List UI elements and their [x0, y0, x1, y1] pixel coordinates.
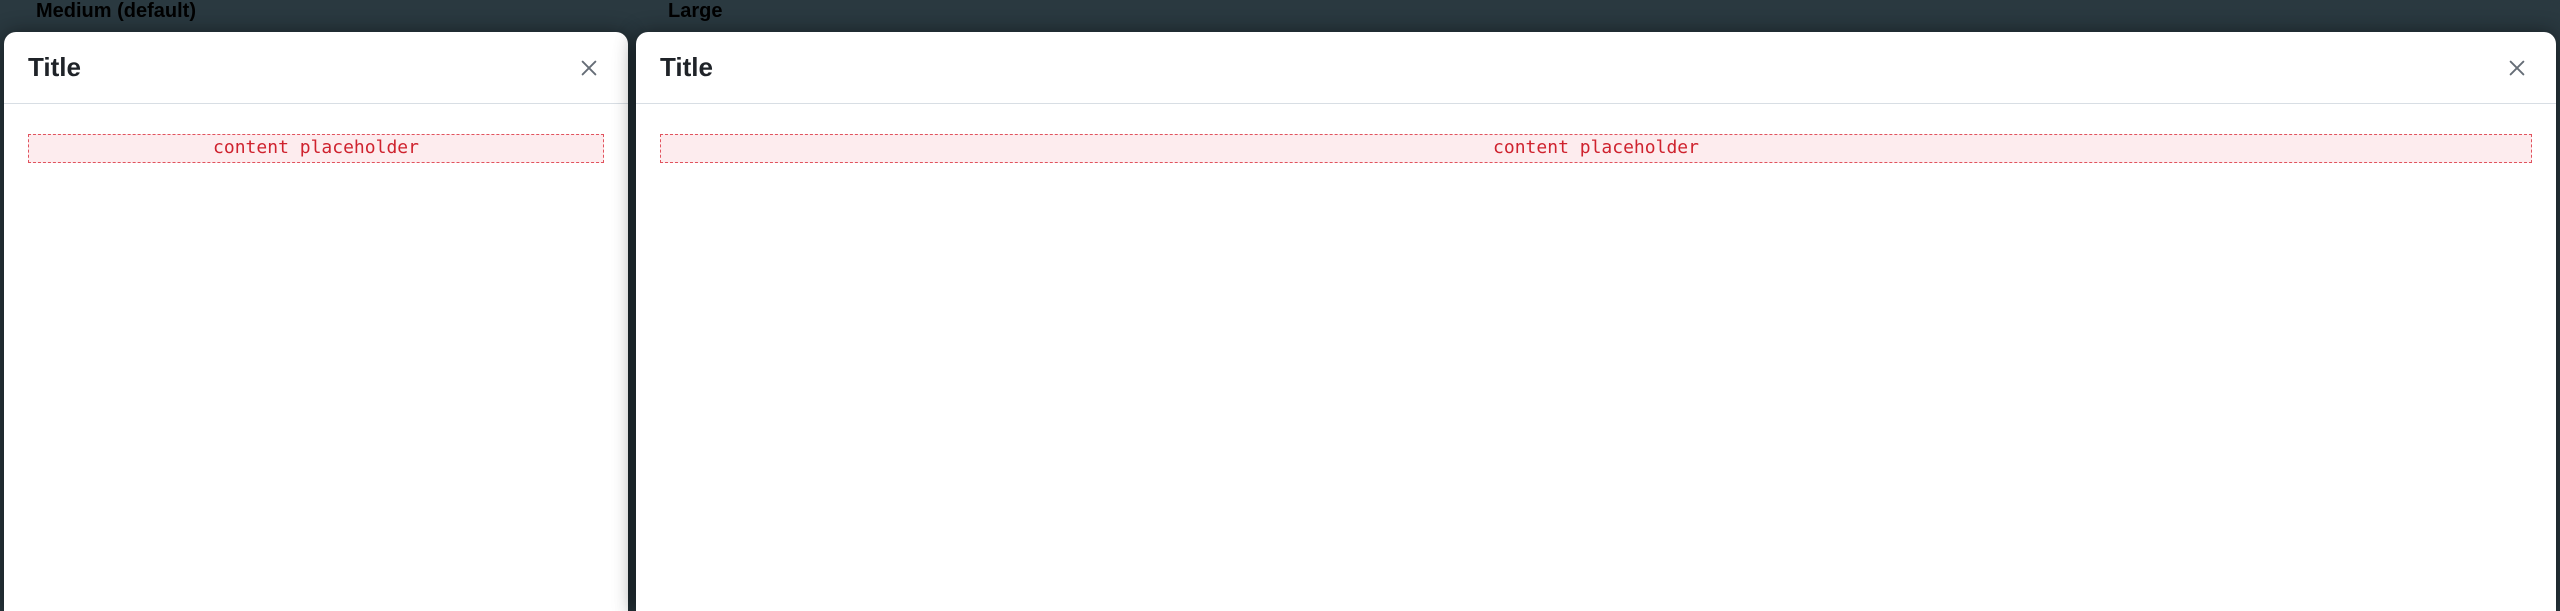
- dialog-header: Title: [4, 32, 628, 104]
- variant-medium: Medium (default) Title content placehold…: [0, 0, 632, 611]
- content-placeholder: content placeholder: [660, 134, 2532, 163]
- dialog-body: content placeholder: [636, 104, 2556, 611]
- variant-large: Large Title content placeholder: [632, 0, 2560, 611]
- dialog-header: Title: [636, 32, 2556, 104]
- content-placeholder: content placeholder: [28, 134, 604, 163]
- dialog-large: Title content placeholder: [636, 32, 2556, 611]
- dialog-medium: Title content placeholder: [4, 32, 628, 611]
- close-icon: [578, 57, 600, 79]
- dialog-body: content placeholder: [4, 104, 628, 611]
- close-button[interactable]: [2502, 53, 2532, 83]
- variant-label-text: Medium (default): [36, 0, 196, 23]
- dialog-title: Title: [28, 52, 81, 83]
- close-button[interactable]: [574, 53, 604, 83]
- close-icon: [2506, 57, 2528, 79]
- dialog-title: Title: [660, 52, 713, 83]
- variant-label-large: Large: [632, 0, 2560, 32]
- variant-label-medium: Medium (default): [0, 0, 632, 32]
- variant-label-text: Large: [668, 0, 722, 23]
